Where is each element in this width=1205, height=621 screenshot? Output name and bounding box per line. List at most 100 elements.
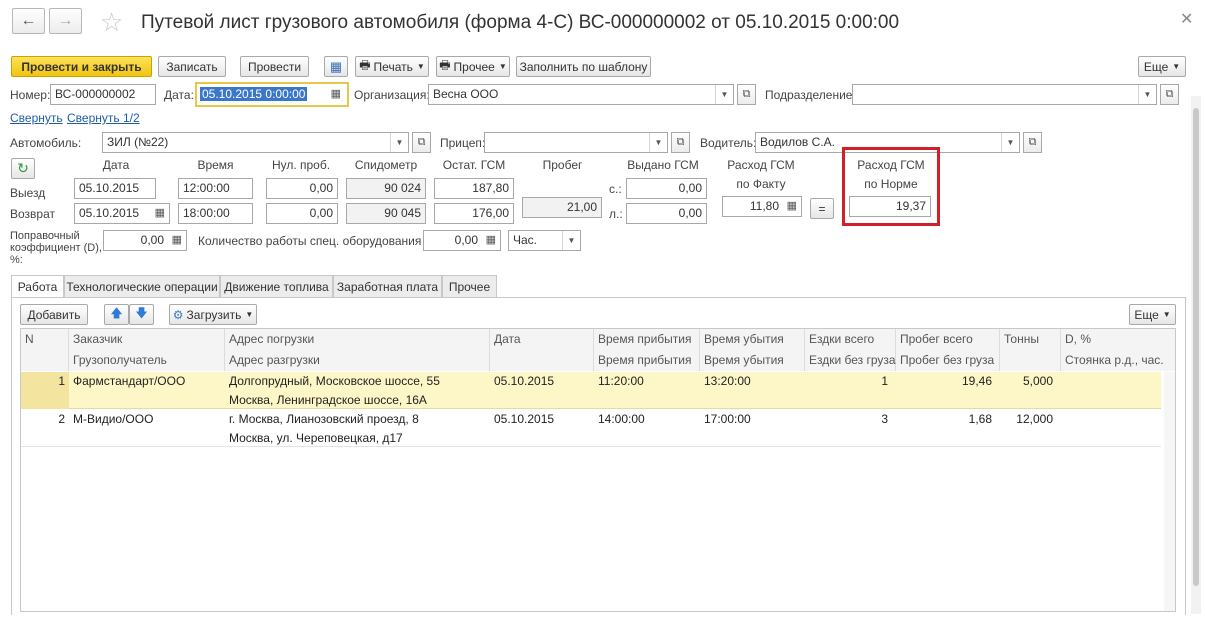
- chevron-down-icon[interactable]: ▼: [390, 133, 408, 152]
- col-date[interactable]: Дата: [490, 329, 594, 350]
- favorite-star-icon[interactable]: ☆: [100, 8, 123, 36]
- col-empty-trips[interactable]: Ездки без груза: [805, 350, 896, 371]
- window-scrollbar[interactable]: [1191, 96, 1201, 614]
- chevron-down-icon[interactable]: ▼: [649, 133, 667, 152]
- table-row[interactable]: 2 М-Видио/ООО г. Москва, Лианозовский пр…: [21, 410, 1161, 447]
- fill-template-button[interactable]: Заполнить по шаблону: [516, 56, 651, 77]
- dept-open-icon[interactable]: ⧉: [1160, 84, 1179, 105]
- col-arrival[interactable]: Время прибытия: [594, 329, 700, 350]
- structure-button[interactable]: ▦: [324, 56, 348, 77]
- move-down-button[interactable]: 🡇: [129, 304, 154, 325]
- scrollbar-thumb[interactable]: [1193, 108, 1199, 586]
- trailer-open-icon[interactable]: ⧉: [671, 132, 690, 153]
- move-up-button[interactable]: 🡅: [104, 304, 129, 325]
- fuel-fact-field[interactable]: 11,80 ▦: [722, 196, 802, 217]
- print-button[interactable]: 🖶 Печать ▼: [355, 56, 429, 77]
- car-label: Автомобиль:: [10, 136, 82, 150]
- col-consignee[interactable]: Грузополучатель: [69, 350, 225, 371]
- chevron-down-icon: ▼: [1162, 310, 1171, 319]
- chevron-down-icon[interactable]: ▼: [715, 85, 733, 104]
- document-structure-icon: ▦: [329, 58, 343, 74]
- driver-open-icon[interactable]: ⧉: [1023, 132, 1042, 153]
- more-button[interactable]: Еще ▼: [1138, 56, 1186, 77]
- out-speedo-field[interactable]: 90 024: [346, 178, 426, 199]
- col-tons[interactable]: Тонны: [1000, 329, 1061, 350]
- out-zero-field[interactable]: 0,00: [266, 178, 338, 199]
- ret-label: Возврат: [10, 207, 55, 221]
- tab-fuel-movement[interactable]: Движение топлива: [220, 275, 333, 297]
- col-departure[interactable]: Время убытия: [700, 329, 805, 350]
- date-field[interactable]: 05.10.2015 0:00:00 ▦: [195, 82, 349, 107]
- trailer-field[interactable]: ▼: [484, 132, 668, 153]
- mileage-field[interactable]: 21,00: [522, 197, 602, 218]
- collapse-link[interactable]: Свернуть: [10, 111, 63, 125]
- equals-button[interactable]: =: [810, 198, 834, 219]
- add-row-button[interactable]: Добавить: [20, 304, 88, 325]
- refresh-button[interactable]: ↻: [11, 158, 35, 179]
- col-date-2[interactable]: [490, 350, 594, 371]
- calendar-icon[interactable]: ▦: [331, 84, 341, 105]
- chevron-down-icon[interactable]: ▼: [1001, 133, 1019, 152]
- row-departure: 17:00:00: [704, 412, 751, 426]
- ret-date-field[interactable]: 05.10.2015 ▦: [74, 203, 170, 224]
- ret-time-field[interactable]: 18:00:00: [178, 203, 253, 224]
- back-button[interactable]: ←: [12, 8, 45, 34]
- col-arrival-2[interactable]: Время прибытия: [594, 350, 700, 371]
- other-button[interactable]: 🖶 Прочее ▼: [436, 56, 510, 77]
- load-button[interactable]: ⚙ Загрузить ▼: [169, 304, 257, 325]
- col-mileage[interactable]: Пробег всего: [896, 329, 1000, 350]
- issued-l-field[interactable]: 0,00: [626, 203, 707, 224]
- post-button[interactable]: Провести: [240, 56, 309, 77]
- car-field[interactable]: ЗИЛ (№22) ▼: [102, 132, 409, 153]
- ret-speedo-field[interactable]: 90 045: [346, 203, 426, 224]
- close-icon[interactable]: ✕: [1180, 9, 1193, 29]
- number-field[interactable]: ВС-000000002: [50, 84, 156, 105]
- equip-unit-select[interactable]: Час. ▼: [508, 230, 581, 251]
- col-customer[interactable]: Заказчик: [69, 329, 225, 350]
- tab-salary[interactable]: Заработная плата: [333, 275, 442, 297]
- dept-field[interactable]: ▼: [852, 84, 1157, 105]
- org-label: Организация:: [354, 88, 430, 102]
- calendar-icon[interactable]: ▦: [155, 204, 165, 223]
- out-fuel-field[interactable]: 187,80: [434, 178, 514, 199]
- col-n[interactable]: N: [21, 329, 69, 350]
- table-row[interactable]: 1 Фармстандарт/ООО Долгопрудный, Московс…: [21, 372, 1161, 409]
- equip-field[interactable]: 0,00 ▦: [423, 230, 501, 251]
- col-trips[interactable]: Ездки всего: [805, 329, 896, 350]
- calculator-icon[interactable]: ▦: [172, 231, 182, 250]
- ret-zero-field[interactable]: 0,00: [266, 203, 338, 224]
- org-open-icon[interactable]: ⧉: [737, 84, 756, 105]
- table-scrollbar[interactable]: [1164, 372, 1175, 611]
- fuel-norm-field[interactable]: 19,37: [849, 196, 931, 217]
- ret-fuel-field[interactable]: 176,00: [434, 203, 514, 224]
- calculator-icon[interactable]: ▦: [486, 231, 496, 250]
- post-and-close-button[interactable]: Провести и закрыть: [11, 56, 152, 77]
- save-button[interactable]: Записать: [158, 56, 226, 77]
- table-more-button[interactable]: Еще ▼: [1129, 304, 1176, 325]
- coef-field[interactable]: 0,00 ▦: [103, 230, 187, 251]
- tab-other[interactable]: Прочее: [442, 275, 497, 297]
- fuel-fact-label-2: по Факту: [736, 177, 786, 191]
- issued-s-field[interactable]: 0,00: [626, 178, 707, 199]
- col-n-2[interactable]: [21, 350, 69, 371]
- col-parking[interactable]: Стоянка р.д., час.: [1061, 350, 1175, 371]
- forward-button[interactable]: →: [49, 8, 82, 34]
- col-departure-2[interactable]: Время убытия: [700, 350, 805, 371]
- chevron-down-icon[interactable]: ▼: [1138, 85, 1156, 104]
- col-unload-address[interactable]: Адрес разгрузки: [225, 350, 490, 371]
- tab-work[interactable]: Работа: [11, 275, 64, 298]
- calculator-icon[interactable]: ▦: [787, 197, 797, 216]
- col-tons-2[interactable]: [1000, 350, 1061, 371]
- col-empty-mileage[interactable]: Пробег без груза: [896, 350, 1000, 371]
- out-time-field[interactable]: 12:00:00: [178, 178, 253, 199]
- chevron-down-icon[interactable]: ▼: [562, 231, 580, 250]
- issued-s-label: с.:: [609, 182, 622, 196]
- col-load-address[interactable]: Адрес погрузки: [225, 329, 490, 350]
- tab-tech-operations[interactable]: Технологические операции: [64, 275, 220, 297]
- collapse-half-link[interactable]: Свернуть 1/2: [67, 111, 140, 125]
- row-n: 2: [58, 412, 65, 426]
- col-d[interactable]: D, %: [1061, 329, 1175, 350]
- org-field[interactable]: Весна ООО ▼: [428, 84, 734, 105]
- out-date-field[interactable]: 05.10.2015: [74, 178, 156, 199]
- car-open-icon[interactable]: ⧉: [412, 132, 431, 153]
